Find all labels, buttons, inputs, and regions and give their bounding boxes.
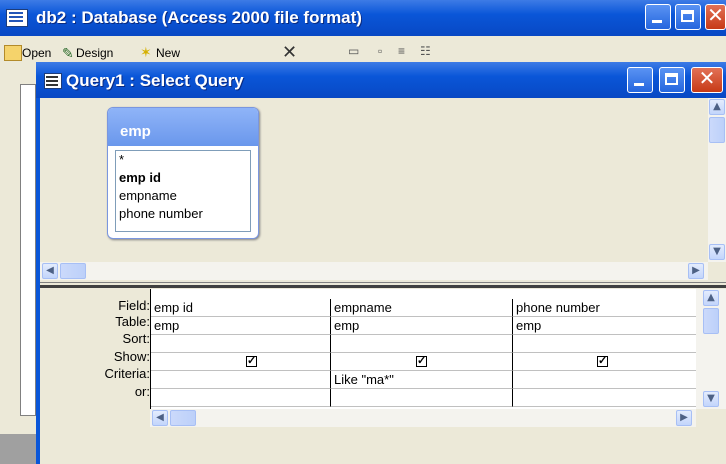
scroll-left-icon[interactable]: ◀ xyxy=(152,410,168,426)
show-checkbox[interactable]: ✓ xyxy=(416,356,427,367)
row-label-or: or: xyxy=(134,384,150,399)
field-item[interactable]: emp id xyxy=(116,169,250,187)
row-label-table: Table: xyxy=(115,314,150,329)
query-icon xyxy=(44,73,62,89)
field-list[interactable]: * emp id empname phone number xyxy=(115,150,251,232)
query-maximize-button[interactable] xyxy=(659,67,685,93)
grid-criteria-cell[interactable] xyxy=(151,371,331,389)
query-window-title: Query1 : Select Query xyxy=(66,71,244,90)
design-icon: ✎ xyxy=(62,45,74,61)
maximize-icon xyxy=(681,10,694,22)
table-name: emp xyxy=(108,108,258,146)
grid-field-cell[interactable]: emp id xyxy=(151,299,331,317)
row-label-show: Show: xyxy=(113,349,150,364)
new-icon: ✶ xyxy=(140,44,152,60)
grid-criteria-cell[interactable] xyxy=(513,371,697,389)
scroll-down-icon[interactable]: ▼ xyxy=(709,244,725,260)
scroll-down-icon[interactable]: ▼ xyxy=(703,391,719,407)
maximize-icon xyxy=(665,73,678,85)
scroll-right-icon[interactable]: ▶ xyxy=(676,410,692,426)
grid-field-cell[interactable]: empname xyxy=(331,299,513,317)
objects-list[interactable] xyxy=(20,84,36,416)
query-design-grid[interactable]: emp id emp ✓ empname emp ✓ Like "ma*" ph… xyxy=(150,289,697,409)
grid-criteria-cell[interactable]: Like "ma*" xyxy=(331,371,513,389)
objects-bar-bottom xyxy=(0,434,36,464)
grid-or-cell[interactable] xyxy=(151,389,331,407)
query-minimize-button[interactable] xyxy=(627,67,653,93)
row-label-sort: Sort: xyxy=(122,331,150,346)
design-button[interactable]: Design xyxy=(76,46,113,60)
minimize-button[interactable] xyxy=(645,4,671,30)
delete-icon[interactable]: ✕ xyxy=(282,42,297,63)
scroll-thumb[interactable] xyxy=(170,410,196,426)
grid-show-cell[interactable]: ✓ xyxy=(513,353,697,371)
row-label-criteria: Criteria: xyxy=(104,366,150,381)
field-item[interactable]: * xyxy=(116,151,250,169)
scroll-thumb[interactable] xyxy=(709,117,725,143)
table-pane-hscrollbar[interactable]: ◀ ▶ xyxy=(40,262,708,280)
open-icon xyxy=(4,45,22,61)
row-label-field: Field: xyxy=(118,298,150,313)
show-checkbox[interactable]: ✓ xyxy=(597,356,608,367)
grid-row-labels: Field: Table: Sort: Show: Criteria: or: xyxy=(40,290,150,460)
scroll-up-icon[interactable]: ▲ xyxy=(709,99,725,115)
minimize-icon xyxy=(634,83,644,86)
table-pane-vscrollbar[interactable]: ▲ ▼ xyxy=(708,98,726,262)
pane-splitter[interactable] xyxy=(40,282,726,288)
database-window-title: db2 : Database (Access 2000 file format) xyxy=(36,8,362,27)
query-window-titlebar[interactable]: Query1 : Select Query ✕ xyxy=(36,62,726,98)
grid-show-cell[interactable]: ✓ xyxy=(331,353,513,371)
scroll-up-icon[interactable]: ▲ xyxy=(703,290,719,306)
grid-table-cell[interactable]: emp xyxy=(331,317,513,335)
scroll-thumb[interactable] xyxy=(703,308,719,334)
close-icon: ✕ xyxy=(707,3,724,27)
grid-vscrollbar[interactable]: ▲ ▼ xyxy=(696,289,726,409)
scroll-right-icon[interactable]: ▶ xyxy=(688,263,704,279)
grid-or-cell[interactable] xyxy=(331,389,513,407)
field-item[interactable]: empname xyxy=(116,187,250,205)
grid-table-cell[interactable]: emp xyxy=(151,317,331,335)
close-button[interactable]: ✕ xyxy=(705,3,726,30)
grid-show-cell[interactable]: ✓ xyxy=(151,353,331,371)
scroll-thumb[interactable] xyxy=(60,263,86,279)
open-button[interactable]: Open xyxy=(22,46,51,60)
grid-sort-cell[interactable] xyxy=(331,335,513,353)
grid-sort-cell[interactable] xyxy=(151,335,331,353)
database-window-titlebar[interactable]: db2 : Database (Access 2000 file format)… xyxy=(0,0,726,36)
field-item[interactable]: phone number xyxy=(116,205,250,223)
list-icon[interactable]: ≡ xyxy=(398,44,405,58)
grid-table-cell[interactable]: emp xyxy=(513,317,697,335)
grid-sort-cell[interactable] xyxy=(513,335,697,353)
database-icon xyxy=(6,9,28,27)
grid-hscrollbar[interactable]: ◀ ▶ xyxy=(150,409,696,427)
details-icon[interactable]: ☷ xyxy=(420,44,431,58)
show-checkbox[interactable]: ✓ xyxy=(246,356,257,367)
close-icon: ✕ xyxy=(698,66,716,90)
query-close-button[interactable]: ✕ xyxy=(691,66,723,93)
small-icons-icon[interactable]: ▫ xyxy=(378,44,382,58)
scroll-left-icon[interactable]: ◀ xyxy=(42,263,58,279)
grid-field-cell[interactable]: phone number xyxy=(513,299,697,317)
grid-or-cell[interactable] xyxy=(513,389,697,407)
large-icons-icon[interactable]: ▭ xyxy=(348,44,359,58)
maximize-button[interactable] xyxy=(675,4,701,30)
minimize-icon xyxy=(652,20,662,23)
new-button[interactable]: New xyxy=(156,46,180,60)
emp-table-box[interactable]: emp * emp id empname phone number xyxy=(107,107,259,239)
